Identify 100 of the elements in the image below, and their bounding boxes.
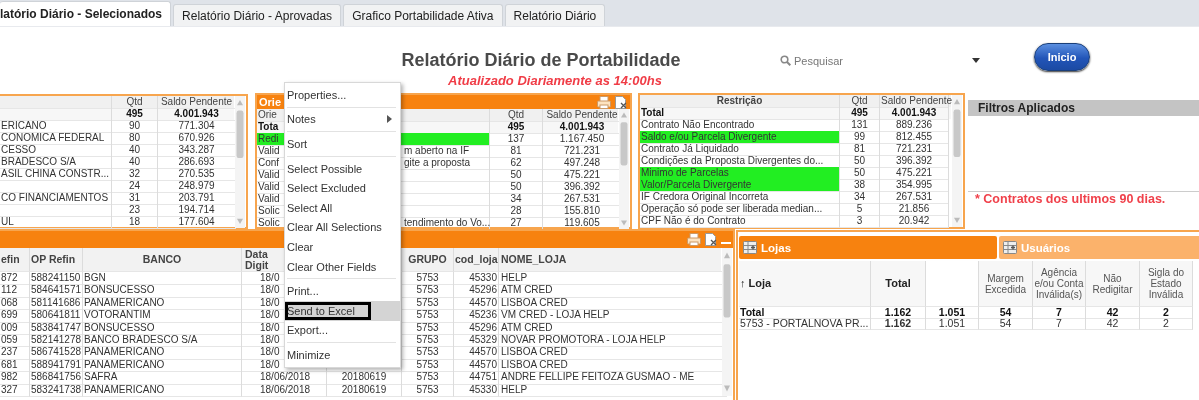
table-cell: CONOMICA FEDERAL: [0, 132, 112, 145]
table-cell: 62: [490, 157, 543, 170]
column-header: Total: [871, 261, 926, 307]
table-cell: 45236: [454, 309, 499, 323]
table-icon: [1003, 241, 1017, 254]
table-cell: SAFRA: [83, 371, 242, 385]
table-cell: 5753: [402, 284, 454, 298]
table-cell: 81: [840, 143, 880, 156]
table-cell: 7: [1033, 318, 1086, 330]
table-cell: 5753: [402, 309, 454, 323]
table-cell: 38: [840, 179, 880, 192]
column-header: BANCO: [83, 248, 242, 272]
search-icon: [780, 55, 791, 66]
table-cell: 586741528: [30, 346, 83, 360]
menu-item[interactable]: Select Excluded: [285, 178, 400, 198]
column-header: OP Refin: [30, 248, 83, 272]
table-cell: 50: [490, 169, 543, 182]
table-cell: Saldo e/ou Parcela Divergente: [640, 131, 840, 144]
total-cell: 2: [1140, 307, 1193, 319]
table-cell: 582141278: [30, 333, 83, 348]
report-subtitle: Atualizado Diariamente as 14:00hs: [447, 73, 663, 88]
table-cell: 44570: [454, 358, 499, 373]
total-cell: 1.162: [871, 307, 926, 319]
table-cell: 588241150: [30, 272, 83, 286]
table-cell: 009: [0, 321, 30, 335]
column-header: Margem Excedida: [979, 261, 1033, 307]
table-cell: 81: [490, 145, 543, 158]
menu-item[interactable]: Select All: [285, 197, 400, 218]
menu-item[interactable]: Export...: [285, 320, 400, 341]
table-cell: 20.942: [880, 215, 949, 228]
table-cell: 45296: [454, 321, 499, 335]
table-cell: 2: [1140, 318, 1193, 330]
table-cell: 28: [490, 205, 543, 218]
table-cell: Contrato Já Liquidado: [640, 143, 840, 156]
table-cell: 5753: [402, 358, 454, 373]
table-cell: Valor/Parcela Divergente: [640, 179, 840, 192]
table-cell: 237: [0, 346, 30, 360]
table-cell: 327: [0, 383, 30, 397]
table-cell: 45296: [454, 284, 499, 298]
table-cell: 45330: [454, 272, 499, 286]
table-cell: IF Credora Original Incorreta: [640, 191, 840, 204]
table-cell: 396.392: [880, 155, 949, 168]
menu-item[interactable]: Send to Excel: [285, 300, 400, 321]
menu-item[interactable]: Properties...: [285, 85, 400, 105]
column-header: Agência e/ou Conta Inválida(s): [1033, 261, 1086, 307]
minimize-icon: [721, 242, 731, 244]
table-cell: 99: [840, 131, 880, 144]
table-cell: 44570: [454, 296, 499, 311]
table-cell: 267.531: [880, 191, 949, 204]
tab[interactable]: Grafico Portabilidade Ativa: [343, 4, 503, 26]
table-cell: 50: [840, 155, 880, 168]
table-cell: 34: [490, 193, 543, 206]
menu-item[interactable]: Notes: [285, 109, 400, 130]
table-cell: 583841747: [30, 321, 83, 335]
table-cell: 583241738: [30, 383, 83, 397]
start-button[interactable]: Inicio: [1034, 43, 1090, 71]
tab[interactable]: Relatório Diário: [504, 4, 606, 26]
table-cell: 44570: [454, 346, 499, 360]
table-cell: 5753: [402, 272, 454, 286]
table-cell: PANAMERICANO: [83, 358, 242, 373]
table-cell: PANAMERICANO: [83, 346, 242, 360]
table-cell: 32: [112, 168, 158, 181]
table-cell: 18/06/2018: [242, 371, 327, 385]
table-cell: 721.231: [880, 143, 949, 156]
table-cell: 20180619: [327, 371, 402, 385]
table-cell: 50: [840, 167, 880, 180]
table-cell: 581141686: [30, 296, 83, 311]
table-cell: 889.236: [880, 119, 949, 132]
panel-title: Orie: [258, 96, 281, 108]
table-cell: ASIL CHINA CONSTR...: [0, 168, 112, 181]
table-cell: BANCO BRADESCO S/A: [83, 333, 242, 348]
total-cell: 54: [979, 307, 1033, 319]
total-cell: Total: [640, 107, 840, 120]
total-cell: 495: [112, 108, 158, 121]
column-header: Sigla do Estado Inválida: [1140, 261, 1193, 307]
table-cell: 54: [979, 318, 1033, 330]
total-cell: 495: [840, 107, 880, 120]
table-cell: VOTORANTIM: [83, 309, 242, 323]
table-cell: BRADESCO S/A: [0, 156, 112, 169]
table-cell: 982: [0, 371, 30, 385]
table-cell: 21.856: [880, 203, 949, 216]
table-cell: 5753: [402, 321, 454, 335]
table-cell: 40: [112, 144, 158, 157]
table-cell: 18/06/2018: [242, 383, 327, 397]
table-cell: 45329: [454, 333, 499, 348]
table-cell: 44751: [454, 371, 499, 385]
total-cell: 7: [1033, 307, 1086, 319]
table-cell: 580641811: [30, 309, 83, 323]
table-cell: 699: [0, 309, 30, 323]
table-icon: [743, 241, 757, 254]
total-cell: 4.001.943: [880, 107, 949, 120]
table-cell: Operação só pode ser liberada median...: [640, 203, 840, 216]
table-cell: 5753 - PORTALNOVA PR...: [739, 318, 871, 330]
table-cell: 5753: [402, 333, 454, 348]
table-cell: CO FINANCIAMENTOS: [0, 192, 112, 205]
table-cell: 40: [112, 156, 158, 169]
tab[interactable]: Relatório Diário - Aprovadas: [173, 4, 342, 26]
table-cell: 354.995: [880, 179, 949, 192]
tab[interactable]: latório Diário - Selecionados: [0, 1, 172, 26]
table-cell: 5753: [402, 296, 454, 311]
